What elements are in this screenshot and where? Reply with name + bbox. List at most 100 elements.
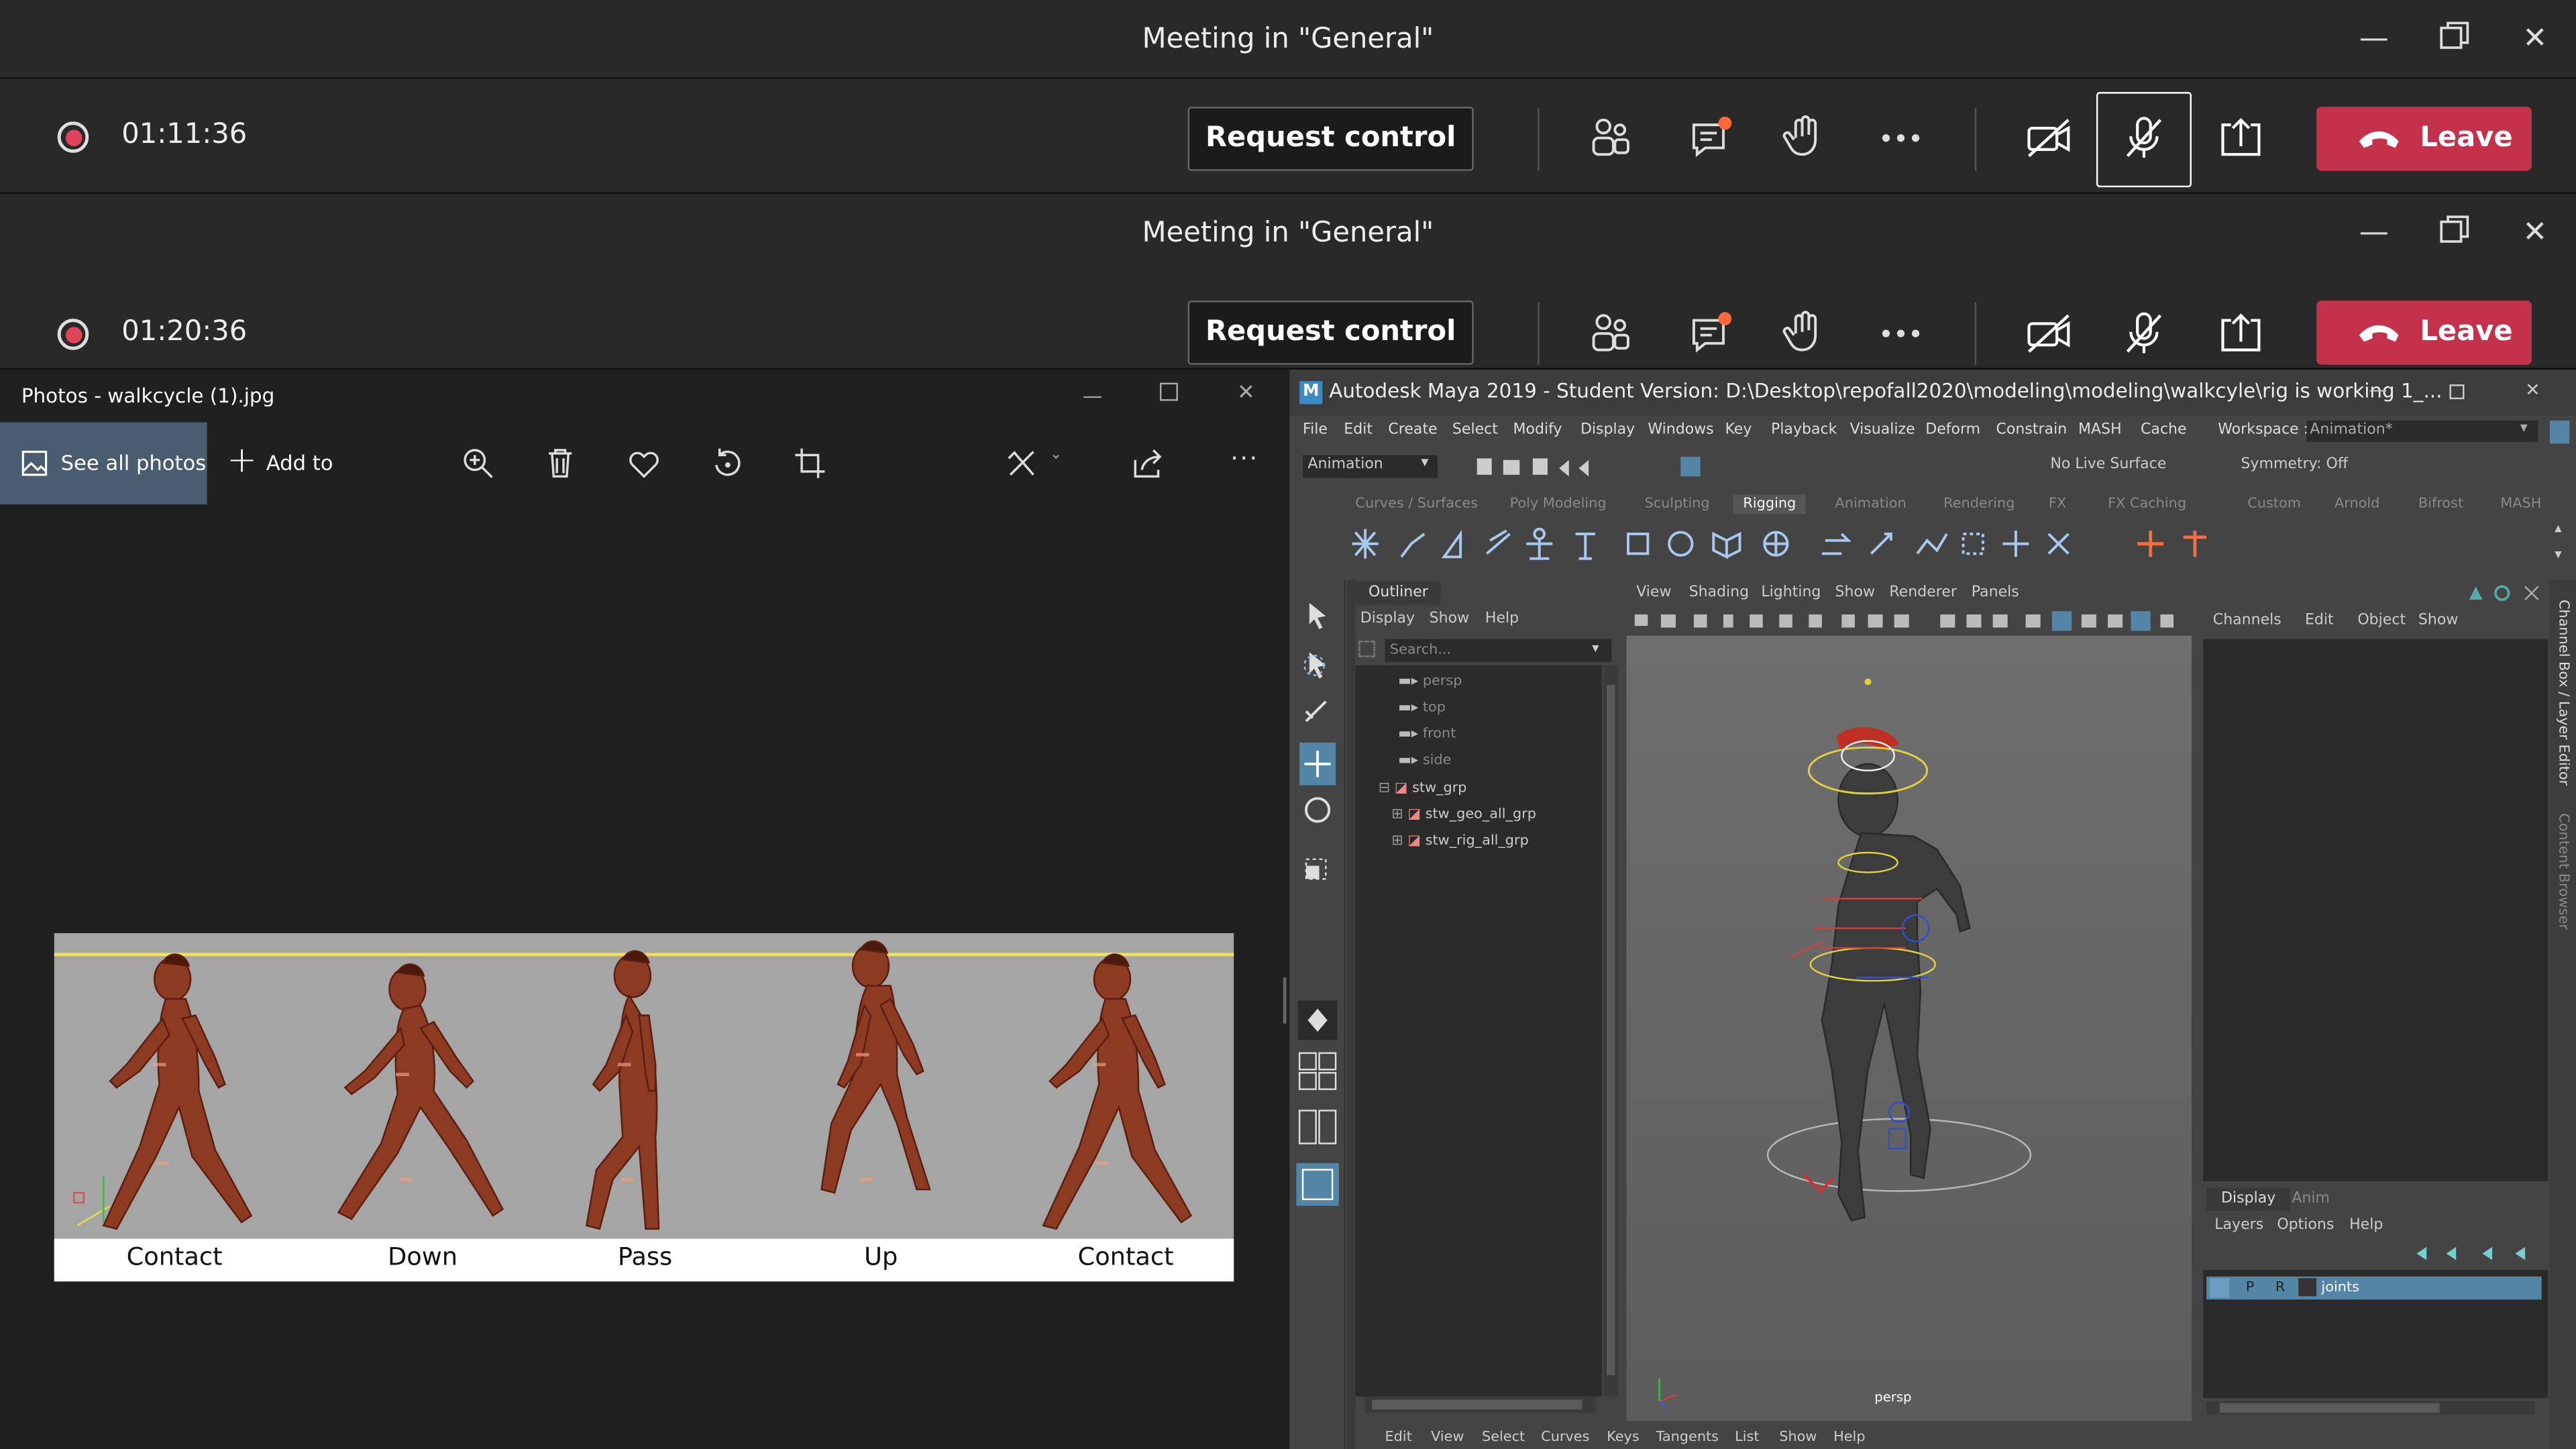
shelf-tab[interactable]: Arnold [2334, 496, 2379, 513]
menu-select[interactable]: Select [1452, 422, 1498, 438]
shelf-tab[interactable]: Animation [1835, 496, 1907, 513]
minimize-button[interactable]: — [2369, 380, 2387, 401]
viewport-menu-lighting[interactable]: Lighting [1761, 585, 1821, 601]
layer-tab-display[interactable]: Display [2206, 1187, 2291, 1211]
minimize-button[interactable]: — [2356, 21, 2392, 58]
menu-modify[interactable]: Modify [1513, 422, 1562, 438]
shelf-tab[interactable]: Sculpting [1644, 496, 1709, 513]
menu-create[interactable]: Create [1388, 422, 1437, 438]
outliner-hscrollbar[interactable] [1365, 1396, 1595, 1413]
raise-hand-icon[interactable] [1778, 307, 1830, 360]
participants-icon[interactable] [1584, 112, 1636, 164]
outliner-item-stw-grp[interactable]: ⊟ ◪ stw_grp [1379, 780, 1467, 796]
request-control-button[interactable]: Request control [1187, 107, 1474, 171]
viewport-toolbar-icons[interactable] [1628, 610, 2193, 633]
outliner-item-front[interactable]: ▬▸ front [1398, 726, 1456, 742]
live-surface[interactable]: No Live Surface [2050, 457, 2166, 473]
channel-box-menu-edit[interactable]: Edit [2305, 612, 2334, 629]
channel-box-icons[interactable] [2466, 583, 2545, 602]
close-button[interactable]: ✕ [2517, 215, 2553, 252]
more-icon[interactable] [1874, 307, 1927, 360]
graph-menu-edit[interactable]: Edit [1385, 1430, 1412, 1446]
minimize-button[interactable]: — [2356, 215, 2392, 252]
layer-row-joints[interactable]: P R joints [2206, 1276, 2542, 1300]
channel-box-menu-object[interactable]: Object [2357, 612, 2406, 629]
restore-button[interactable] [2436, 215, 2473, 252]
more-icon[interactable] [1874, 112, 1927, 164]
menu-cache[interactable]: Cache [2141, 422, 2187, 438]
outliner-scrollbar[interactable] [1603, 665, 1619, 1397]
outliner-item-top[interactable]: ▬▸ top [1398, 700, 1446, 716]
menu-visualize[interactable]: Visualize [1850, 422, 1915, 438]
outliner-item-side[interactable]: ▬▸ side [1398, 753, 1451, 769]
status-tool-icons[interactable] [1474, 455, 1737, 478]
maximize-button[interactable] [2449, 384, 2465, 400]
close-button[interactable]: ✕ [2517, 21, 2553, 58]
menu-constrain[interactable]: Constrain [1996, 422, 2068, 438]
leave-button[interactable]: Leave [2316, 107, 2532, 171]
lock-icon[interactable] [2549, 420, 2570, 444]
zoom-icon[interactable] [460, 445, 496, 482]
rotate-icon[interactable] [710, 445, 746, 482]
graph-menu-select[interactable]: Select [1482, 1430, 1525, 1446]
outliner-item-stw-rig-all-grp[interactable]: ⊞ ◪ stw_rig_all_grp [1391, 833, 1528, 849]
shelf-tab[interactable]: Poly Modeling [1510, 496, 1607, 513]
layer-arrow-icons[interactable] [2414, 1244, 2545, 1263]
restore-button[interactable] [2436, 21, 2473, 58]
crop-icon[interactable] [792, 445, 828, 482]
chevron-down-icon[interactable]: ⌄ [1050, 447, 1062, 463]
layer-menu-layers[interactable]: Layers [2214, 1218, 2263, 1234]
maximize-button[interactable] [1159, 382, 1178, 401]
menu-deform[interactable]: Deform [1925, 422, 1980, 438]
rigging-shelf-icons[interactable] [1349, 524, 2236, 564]
shelf-scroll[interactable]: ▴ ▾ [2549, 488, 2576, 580]
minimize-button[interactable]: — [1083, 384, 1102, 407]
search-input[interactable]: Search... ▾ [1385, 639, 1612, 662]
mic-off-icon[interactable] [2118, 112, 2170, 164]
share-icon[interactable] [1130, 445, 1167, 482]
delete-icon[interactable] [542, 445, 578, 482]
shelf-tab[interactable]: Custom [2247, 496, 2301, 513]
shelf-tab-active[interactable]: Rigging [1733, 494, 1806, 515]
add-to-button[interactable]: + Add to [223, 422, 355, 504]
shelf-tab[interactable]: Bifrost [2418, 496, 2463, 513]
leave-button[interactable]: Leave [2316, 301, 2532, 365]
menu-windows[interactable]: Windows [1648, 422, 1713, 438]
layer-menu-options[interactable]: Options [2277, 1218, 2334, 1234]
viewport-menu-renderer[interactable]: Renderer [1889, 585, 1957, 601]
shelf-tab[interactable]: Curves / Surfaces [1355, 496, 1478, 513]
shelf-tab[interactable]: Rendering [1943, 496, 2015, 513]
outliner-search[interactable]: Search... ▾ [1355, 639, 1618, 662]
menu-playback[interactable]: Playback [1771, 422, 1837, 438]
see-all-photos-button[interactable]: See all photos [0, 422, 207, 504]
share-screen-icon[interactable] [2214, 307, 2267, 360]
channel-box-side-tab[interactable]: Channel Box / Layer Editor [2555, 600, 2571, 786]
mode-dropdown[interactable]: Animation ▾ [1303, 455, 1438, 478]
viewport-menu-view[interactable]: View [1636, 585, 1671, 601]
menu-display[interactable]: Display [1580, 422, 1635, 438]
outliner-menu-display[interactable]: Display [1360, 611, 1415, 627]
favorite-icon[interactable] [626, 445, 662, 482]
shelf-tab[interactable]: MASH [2500, 496, 2541, 513]
request-control-button[interactable]: Request control [1187, 301, 1474, 365]
viewport-canvas[interactable]: persp [1626, 635, 2192, 1421]
layout-icons[interactable] [1296, 999, 1339, 1212]
tool-icons[interactable] [1299, 596, 1336, 892]
graph-menu-list[interactable]: List [1735, 1430, 1759, 1446]
symmetry-setting[interactable]: Symmetry: Off [2241, 457, 2348, 473]
camera-off-icon[interactable] [2023, 307, 2075, 360]
raise-hand-icon[interactable] [1778, 112, 1830, 164]
shelf-tab[interactable]: FX Caching [2108, 496, 2186, 513]
chat-icon[interactable] [1684, 112, 1736, 164]
camera-off-icon[interactable] [2023, 112, 2075, 164]
share-screen-icon[interactable] [2214, 112, 2267, 164]
content-browser-side-tab[interactable]: Content Browser [2555, 813, 2571, 930]
more-icon[interactable]: ··· [1230, 443, 1258, 473]
close-button[interactable]: ✕ [2525, 380, 2540, 401]
reference-toggle[interactable]: R [2275, 1280, 2285, 1296]
playback-toggle[interactable]: P [2246, 1280, 2255, 1296]
graph-menu-show[interactable]: Show [1779, 1430, 1817, 1446]
graph-menu-keys[interactable]: Keys [1607, 1430, 1640, 1446]
menu-mash[interactable]: MASH [2078, 422, 2122, 438]
outliner-tab[interactable]: Outliner [1355, 581, 1442, 605]
